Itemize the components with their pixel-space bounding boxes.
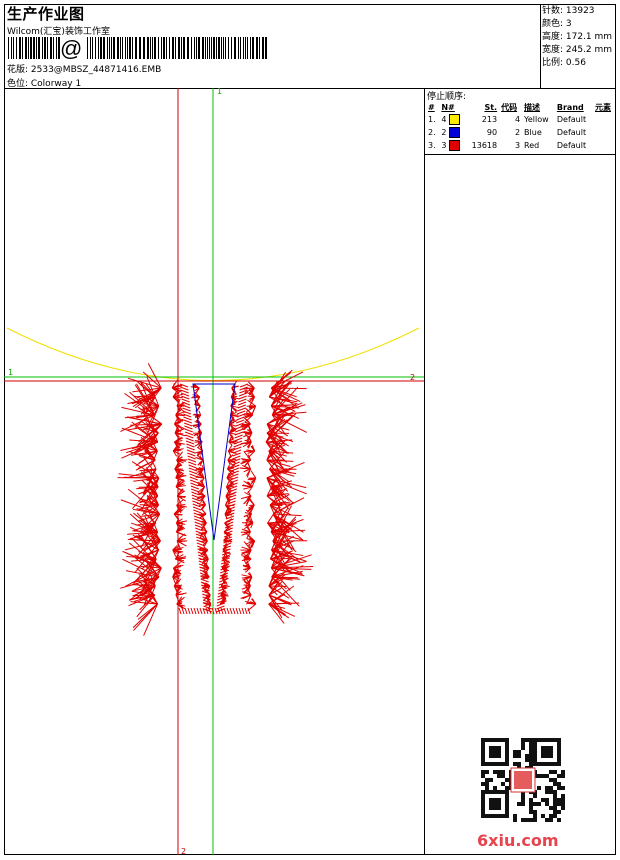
stitch-count: 针数: 13923 [542, 6, 595, 16]
col-stitches: St. [484, 102, 498, 112]
row-description: Red [524, 141, 540, 150]
row-index: 1. [428, 115, 436, 124]
col-description: 描述 [524, 102, 541, 112]
col-index: # [428, 102, 435, 112]
qr-logo-icon [514, 771, 532, 789]
row-code: 4 [514, 115, 521, 124]
row-code: 2 [514, 128, 521, 137]
table-row: 2. 2 90 2 Blue Default [426, 126, 616, 139]
row-code: 3 [514, 141, 521, 150]
row-needle: 2 [439, 126, 465, 139]
design-file: 花版: 2533@MBSZ_44871416.EMB [7, 65, 162, 75]
vertical-red-label: 2 [181, 847, 186, 855]
panel-divider [424, 88, 425, 855]
stats-divider [540, 4, 541, 88]
color-swatch [448, 140, 460, 151]
row-brand: Default [556, 128, 587, 137]
table-row: 1. 4 213 4 Yellow Default [426, 113, 616, 126]
red-lace-embroidery [117, 363, 314, 636]
col-brand: Brand [556, 102, 584, 112]
row-needle: 4 [439, 113, 465, 126]
qr-code [481, 738, 565, 822]
row-stitches: 13618 [471, 141, 498, 150]
row-brand: Default [556, 115, 587, 124]
table-divider [424, 154, 616, 155]
stop-sequence-table: # N# St. 代码 描述 Brand 元素 1. 4 213 4 Yello… [426, 101, 616, 152]
studio-name: Wilcom(汇宝)装饰工作室 [7, 27, 110, 37]
row-element [593, 113, 616, 126]
row-element [593, 126, 616, 139]
design-width: 宽度: 245.2 mm [542, 45, 613, 55]
row-description: Blue [524, 128, 542, 137]
row-stitches: 90 [486, 128, 498, 137]
row-index: 3. [428, 141, 436, 150]
sheet-title: 生产作业图 [7, 5, 85, 23]
vertical-green-label: 1 [217, 88, 222, 96]
design-height: 高度: 172.1 mm [542, 32, 613, 42]
barcode-at-symbol: @ [60, 37, 82, 59]
stats-panel: 针数: 13923 颜色: 3 高度: 172.1 mm 宽度: 245.2 m… [542, 5, 612, 70]
row-brand: Default [556, 141, 587, 150]
horizontal-red-label: 2 [410, 373, 415, 382]
row-needle: 3 [439, 139, 465, 152]
design-scale: 比例: 0.56 [542, 58, 586, 68]
col-element: 元素 [595, 102, 611, 112]
col-code: 代码 [501, 102, 518, 112]
design-canvas: 1 1 2 2 [4, 88, 424, 855]
table-row: 3. 3 13618 3 Red Default [426, 139, 616, 152]
row-index: 2. [428, 128, 436, 137]
color-swatch [448, 127, 460, 138]
horizontal-green-label: 1 [8, 368, 13, 377]
row-description: Yellow [524, 115, 549, 124]
color-swatch [448, 114, 460, 125]
barcode: @ [8, 37, 267, 59]
row-stitches: 213 [481, 115, 498, 124]
col-needle: N# [441, 102, 455, 112]
color-count: 颜色: 3 [542, 19, 572, 29]
watermark-logo: 6xiu.com [477, 831, 559, 850]
table-header-row: # N# St. 代码 描述 Brand 元素 [426, 101, 616, 113]
row-element [593, 139, 616, 152]
